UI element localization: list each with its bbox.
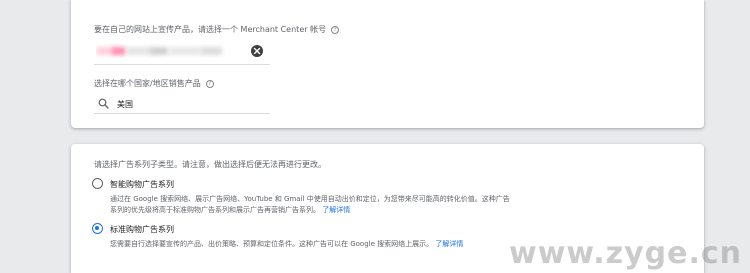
clear-icon[interactable] — [251, 45, 263, 57]
merchant-account-value-redacted — [96, 44, 246, 58]
smart-shopping-radio[interactable] — [92, 178, 103, 189]
merchant-label: 要在自己的网站上宣传产品，请选择一个 Merchant Center 帐号 ? — [94, 24, 340, 35]
country-label: 选择在哪个国家/地区销售产品 ? — [94, 78, 214, 89]
smart-shopping-description: 通过在 Google 搜索网络、展示广告网络、YouTube 和 Gmail 中… — [110, 195, 510, 214]
subtype-hint: 请选择广告系列子类型。请注意，做出选择后便无法再进行更改。 — [94, 160, 326, 169]
help-circle-icon[interactable]: ? — [205, 79, 214, 88]
country-search-input[interactable]: 美国 — [94, 94, 270, 114]
smart-shopping-learn-more-link[interactable]: 了解详情 — [322, 206, 350, 214]
smart-shopping-title[interactable]: 智能购物广告系列 — [110, 179, 174, 190]
help-circle-icon[interactable]: ? — [331, 25, 340, 34]
standard-shopping-title[interactable]: 标准购物广告系列 — [110, 224, 174, 235]
merchant-settings-card: 要在自己的网站上宣传产品，请选择一个 Merchant Center 帐号 ? … — [71, 0, 704, 128]
watermark: www.zyge.cn — [509, 236, 742, 271]
standard-shopping-radio[interactable] — [92, 223, 103, 234]
country-value: 美国 — [117, 100, 133, 109]
search-icon — [98, 98, 109, 109]
merchant-account-select[interactable] — [94, 37, 270, 65]
standard-shopping-learn-more-link[interactable]: 了解详情 — [435, 240, 463, 248]
